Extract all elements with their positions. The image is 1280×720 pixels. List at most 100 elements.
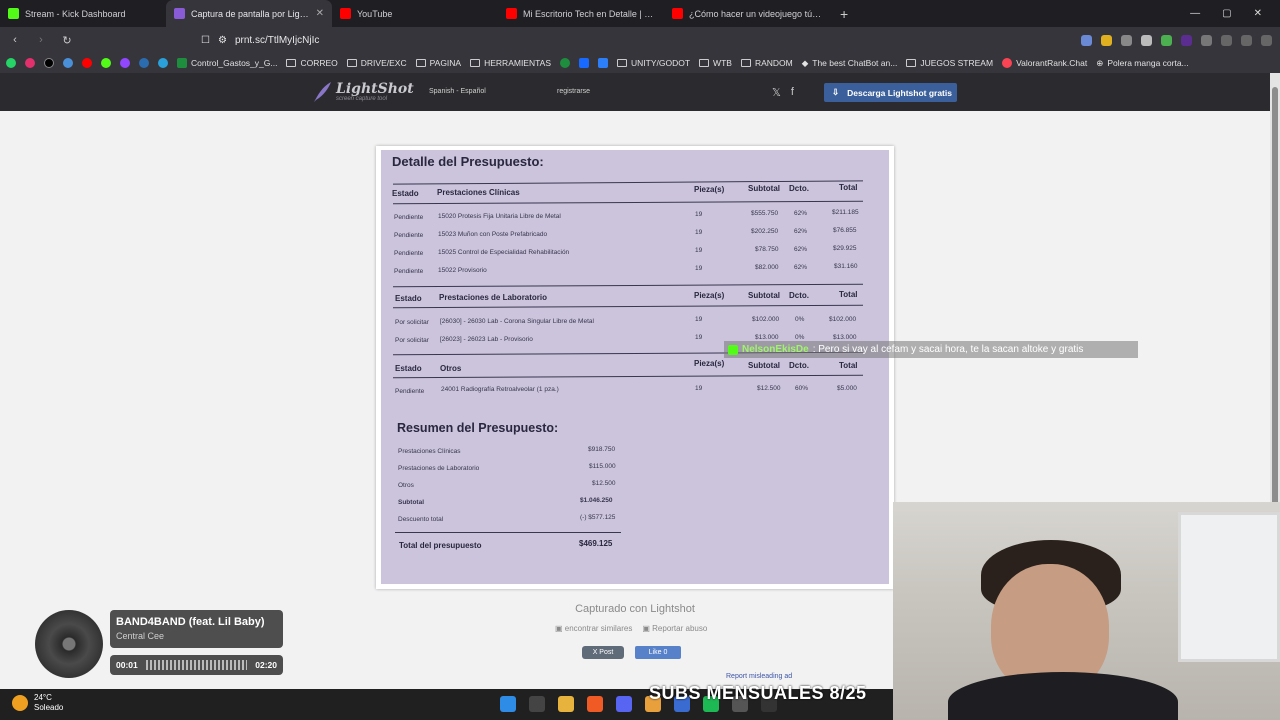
twitch-icon[interactable] bbox=[120, 58, 130, 68]
budget-document: Detalle del Presupuesto: Estado Prestaci… bbox=[381, 150, 889, 584]
row-subtotal: $202.250 bbox=[751, 228, 779, 235]
tab-kick[interactable]: Stream - Kick Dashboard bbox=[0, 0, 166, 27]
row-estado: Pendiente bbox=[394, 214, 424, 221]
site-info-icon[interactable]: ⚙ bbox=[218, 35, 227, 46]
profile-icon[interactable] bbox=[1241, 34, 1252, 46]
tab-title: Mi Escritorio Tech en Detalle | 2025 bbox=[523, 8, 656, 19]
file-explorer-icon[interactable] bbox=[558, 696, 574, 712]
extension-icon[interactable] bbox=[1141, 34, 1152, 46]
bookmark-unity[interactable]: UNITY/GODOT bbox=[617, 58, 690, 68]
facebook-icon[interactable]: f bbox=[791, 86, 794, 99]
maximize-icon[interactable]: ▢ bbox=[1222, 8, 1231, 19]
brave-icon[interactable] bbox=[587, 696, 603, 712]
cloud-icon[interactable] bbox=[63, 58, 73, 68]
divider bbox=[395, 532, 621, 533]
section-header: Prestaciones de Laboratorio bbox=[439, 293, 548, 302]
report-abuse-label: Reportar abuso bbox=[652, 624, 708, 633]
bookmark-control-gastos[interactable]: Control_Gastos_y_G... bbox=[177, 58, 277, 68]
whatsapp-icon[interactable] bbox=[6, 58, 16, 68]
bookmark-label: Polera manga corta... bbox=[1107, 58, 1189, 68]
extension-icon[interactable] bbox=[1081, 34, 1092, 46]
youtube-icon[interactable] bbox=[82, 58, 92, 68]
minimize-icon[interactable]: — bbox=[1190, 8, 1200, 19]
windows-start-icon[interactable] bbox=[500, 696, 516, 712]
tab-youtube[interactable]: YouTube bbox=[332, 0, 498, 27]
bookmark-icon[interactable] bbox=[598, 58, 609, 68]
telegram-icon[interactable] bbox=[158, 58, 168, 68]
instagram-icon[interactable] bbox=[25, 58, 35, 68]
col-piezas: Pieza(s) bbox=[694, 291, 725, 300]
tab-videojuego[interactable]: ¿Cómo hacer un videojuego tú solo? bbox=[664, 0, 830, 27]
menu-icon[interactable] bbox=[1261, 34, 1272, 46]
tab-lightshot[interactable]: Captura de pantalla por Lightsh ✕ bbox=[166, 0, 332, 27]
bookmark-chatbot[interactable]: ◆ The best ChatBot an... bbox=[802, 58, 898, 69]
close-tab-icon[interactable]: ✕ bbox=[316, 8, 324, 19]
extension-icon[interactable] bbox=[1101, 34, 1112, 46]
extension-icon[interactable] bbox=[1161, 34, 1172, 46]
row-dcto: 0% bbox=[795, 334, 805, 341]
chat-username: NelsonEkisDe bbox=[742, 344, 809, 355]
summary-title: Resumen del Presupuesto: bbox=[397, 421, 559, 435]
search-icon[interactable] bbox=[529, 696, 545, 712]
bookmark-correo[interactable]: CORREO bbox=[286, 58, 338, 68]
url-field[interactable]: ☐ ⚙ prnt.sc/TtlMyIjcNjIc bbox=[201, 35, 319, 46]
col-subtotal: Subtotal bbox=[748, 361, 780, 370]
row-total: $5.000 bbox=[837, 385, 857, 392]
reload-icon[interactable]: ↻ bbox=[60, 34, 74, 47]
bookmark-valorantrank[interactable]: ValorantRank.Chat bbox=[1002, 58, 1087, 68]
download-lightshot-button[interactable]: ⇩ Descarga Lightshot gratis bbox=[824, 83, 957, 102]
bookmark-herramientas[interactable]: HERRAMIENTAS bbox=[470, 58, 551, 68]
bookmark-label: PAGINA bbox=[429, 58, 462, 68]
back-icon[interactable]: ‹ bbox=[8, 34, 22, 46]
url-text[interactable]: prnt.sc/TtlMyIjcNjIc bbox=[235, 35, 319, 46]
report-ad-link[interactable]: Report misleading ad bbox=[726, 673, 792, 680]
language-select[interactable]: Spanish - Español bbox=[429, 88, 486, 95]
row-pieza: 19 bbox=[695, 316, 703, 323]
bookmark-random[interactable]: RANDOM bbox=[740, 58, 793, 68]
song-title: BAND4BAND (feat. Lil Baby) bbox=[116, 616, 265, 628]
sidebar-icon[interactable] bbox=[1221, 34, 1232, 46]
bookmark-label: UNITY/GODOT bbox=[631, 58, 691, 68]
bookmark-polera[interactable]: ⊕ Polera manga corta... bbox=[1096, 58, 1188, 69]
twitter-icon[interactable]: 𝕏 bbox=[772, 86, 781, 99]
bookmark-drive[interactable]: DRIVE/EXC bbox=[346, 58, 407, 68]
chat-message: NelsonEkisDe : Pero si vay al cefam y sa… bbox=[724, 341, 1138, 358]
divider bbox=[393, 283, 863, 288]
webcam-person-body bbox=[948, 672, 1178, 720]
folder-icon bbox=[470, 59, 481, 67]
close-window-icon[interactable]: ✕ bbox=[1254, 8, 1262, 19]
folder-icon bbox=[740, 59, 751, 67]
extension-icon[interactable] bbox=[1121, 34, 1132, 46]
weather-widget[interactable]: 24°C Soleado bbox=[12, 693, 63, 713]
chat-text: : Pero si vay al cefam y sacai hora, te … bbox=[812, 344, 1084, 355]
facebook-like-button[interactable]: Like 0 bbox=[635, 646, 681, 659]
report-abuse-link[interactable]: ▣ Reportar abuso bbox=[642, 624, 707, 633]
bookmark-juegos-stream[interactable]: JUEGOS STREAM bbox=[906, 58, 993, 68]
find-similar-link[interactable]: ▣ encontrar similares bbox=[555, 624, 632, 633]
x-icon[interactable] bbox=[44, 58, 54, 68]
tab-escritorio[interactable]: Mi Escritorio Tech en Detalle | 2025 bbox=[498, 0, 664, 27]
row-estado: Pendiente bbox=[394, 250, 424, 257]
paypal-icon[interactable] bbox=[139, 58, 149, 68]
register-link[interactable]: registrarse bbox=[557, 88, 590, 95]
extension-bookmark-icon[interactable] bbox=[560, 58, 571, 68]
extension-icon[interactable] bbox=[1181, 34, 1192, 46]
bookmark-icon[interactable]: ☐ bbox=[201, 35, 210, 46]
row-subtotal: $78.750 bbox=[755, 246, 779, 253]
behance-icon[interactable] bbox=[579, 58, 590, 68]
row-estado: Pendiente bbox=[395, 388, 425, 395]
x-post-button[interactable]: X Post bbox=[582, 646, 624, 659]
new-tab-button[interactable]: + bbox=[840, 6, 848, 22]
discord-icon[interactable] bbox=[616, 696, 632, 712]
bookmark-pagina[interactable]: PAGINA bbox=[415, 58, 462, 68]
row-dcto: 62% bbox=[794, 210, 808, 217]
document-title: Detalle del Presupuesto: bbox=[392, 154, 544, 169]
bookmark-wtb[interactable]: WTB bbox=[699, 58, 732, 68]
kick-icon[interactable] bbox=[101, 58, 111, 68]
col-dcto: Dcto. bbox=[789, 361, 809, 370]
forward-icon[interactable]: › bbox=[34, 34, 48, 46]
capture-caption: Capturado con Lightshot bbox=[575, 603, 695, 615]
logo-name: LightShot bbox=[336, 81, 414, 97]
lightshot-logo[interactable]: LightShot screen capture tool bbox=[312, 81, 414, 103]
extensions-puzzle-icon[interactable] bbox=[1201, 34, 1212, 46]
